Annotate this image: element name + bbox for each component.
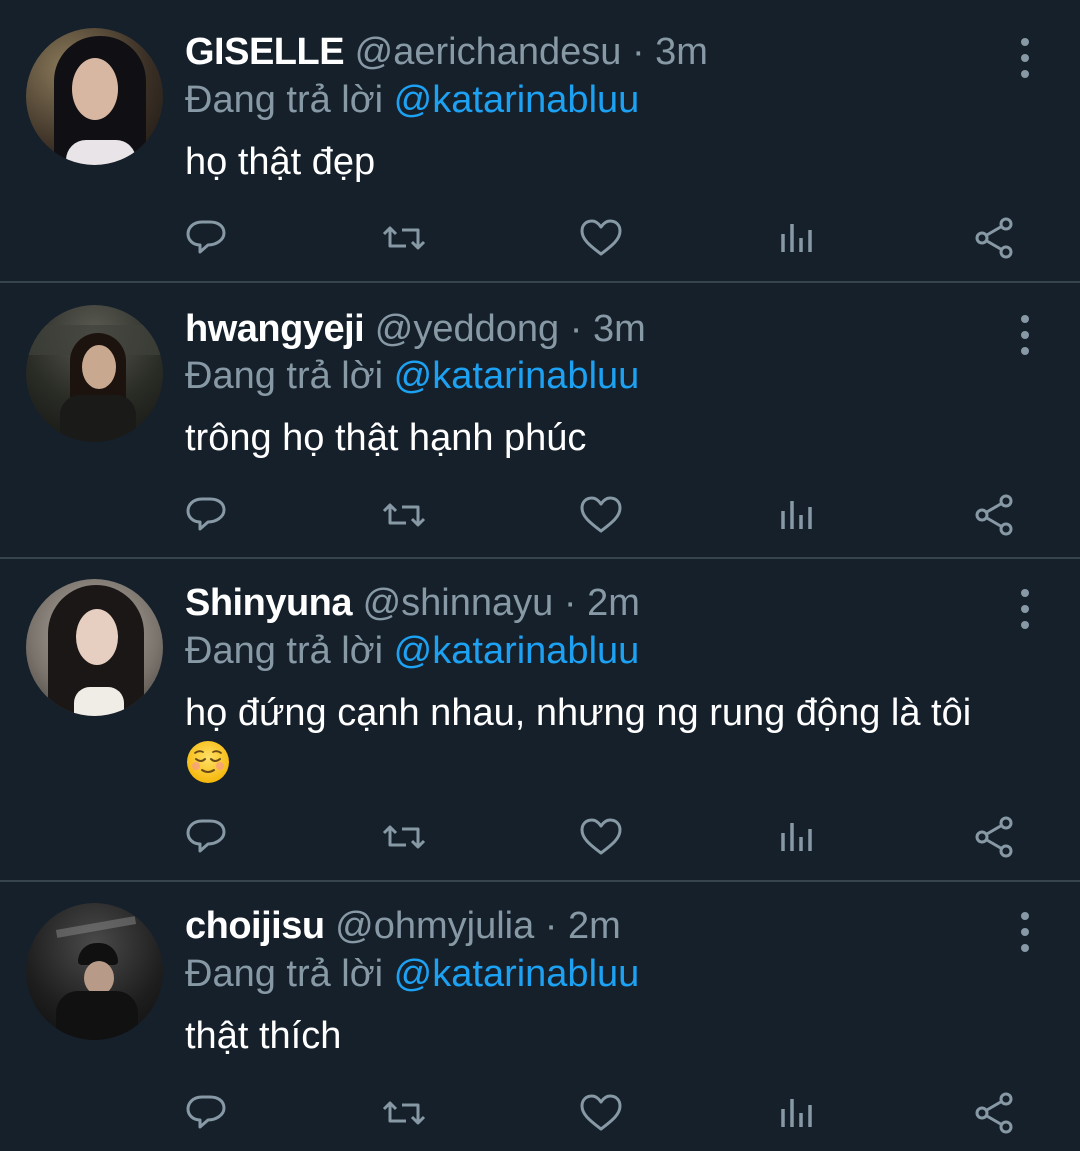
tweet-header: hwangyeji @yeddong · 3m [185, 307, 646, 351]
avatar[interactable] [26, 903, 163, 1040]
avatar[interactable] [26, 579, 163, 716]
replying-to: Đang trả lời @katarinabluu [185, 78, 639, 122]
retweet-icon[interactable] [380, 1089, 428, 1137]
user-handle[interactable]: @aerichandesu [355, 31, 622, 73]
reply-icon[interactable] [182, 214, 230, 262]
tweet-actions [0, 1089, 1080, 1139]
separator-dot: · [569, 308, 583, 350]
tweet-text-content: họ thật đẹp [185, 141, 376, 183]
replying-prefix: Đang trả lời [185, 79, 384, 121]
mention-link[interactable]: @katarinabluu [394, 630, 640, 672]
tweet-header: GISELLE @aerichandesu · 3m [185, 30, 708, 74]
mention-link[interactable]: @katarinabluu [394, 79, 640, 121]
reply-icon[interactable] [182, 491, 230, 539]
more-vertical-icon[interactable] [1010, 315, 1040, 355]
display-name[interactable]: hwangyeji [185, 308, 365, 350]
replying-prefix: Đang trả lời [185, 355, 384, 397]
timestamp[interactable]: 2m [587, 582, 640, 624]
tweet-actions [0, 214, 1080, 264]
mention-link[interactable]: @katarinabluu [394, 953, 640, 995]
tweet[interactable]: GISELLE @aerichandesu · 3m Đang trả lời … [0, 0, 1080, 282]
like-icon[interactable] [577, 813, 625, 861]
separator-dot: · [631, 31, 645, 73]
timestamp[interactable]: 3m [655, 31, 708, 73]
display-name[interactable]: choijisu [185, 905, 325, 947]
relieved-face-emoji [187, 741, 229, 783]
like-icon[interactable] [577, 1089, 625, 1137]
tweet-text-content: trông họ thật hạnh phúc [185, 417, 587, 459]
tweet-actions [0, 491, 1080, 541]
reply-icon[interactable] [182, 813, 230, 861]
share-icon[interactable] [970, 214, 1018, 262]
user-handle[interactable]: @shinnayu [363, 582, 554, 624]
tweet-text-content: thật thích [185, 1015, 342, 1057]
tweet-header: choijisu @ohmyjulia · 2m [185, 904, 621, 948]
like-icon[interactable] [577, 214, 625, 262]
display-name[interactable]: GISELLE [185, 31, 345, 73]
replying-prefix: Đang trả lời [185, 953, 384, 995]
replying-to: Đang trả lời @katarinabluu [185, 952, 639, 996]
replying-prefix: Đang trả lời [185, 630, 384, 672]
share-icon[interactable] [970, 813, 1018, 861]
analytics-icon[interactable] [773, 214, 821, 262]
tweet-text: thật thích [185, 1012, 1025, 1060]
user-handle[interactable]: @yeddong [375, 308, 559, 350]
tweet-text: họ đứng cạnh nhau, nhưng ng rung động là… [185, 689, 1025, 785]
analytics-icon[interactable] [773, 491, 821, 539]
more-vertical-icon[interactable] [1010, 589, 1040, 629]
reply-feed: GISELLE @aerichandesu · 3m Đang trả lời … [0, 0, 1080, 1151]
tweet-header: Shinyuna @shinnayu · 2m [185, 581, 640, 625]
tweet-text: trông họ thật hạnh phúc [185, 414, 1025, 462]
replying-to: Đang trả lời @katarinabluu [185, 629, 639, 673]
reply-icon[interactable] [182, 1089, 230, 1137]
retweet-icon[interactable] [380, 214, 428, 262]
more-vertical-icon[interactable] [1010, 912, 1040, 952]
tweet-text: họ thật đẹp [185, 138, 1025, 186]
timestamp[interactable]: 3m [593, 308, 646, 350]
retweet-icon[interactable] [380, 813, 428, 861]
tweet[interactable]: hwangyeji @yeddong · 3m Đang trả lời @ka… [0, 283, 1080, 557]
separator-dot: · [544, 905, 558, 947]
avatar[interactable] [26, 28, 163, 165]
mention-link[interactable]: @katarinabluu [394, 355, 640, 397]
more-vertical-icon[interactable] [1010, 38, 1040, 78]
timestamp[interactable]: 2m [568, 905, 621, 947]
separator-dot: · [563, 582, 577, 624]
share-icon[interactable] [970, 1089, 1018, 1137]
analytics-icon[interactable] [773, 813, 821, 861]
tweet-text-content: họ đứng cạnh nhau, nhưng ng rung động là… [185, 692, 972, 734]
tweet-actions [0, 813, 1080, 863]
share-icon[interactable] [970, 491, 1018, 539]
tweet[interactable]: Shinyuna @shinnayu · 2m Đang trả lời @ka… [0, 559, 1080, 880]
like-icon[interactable] [577, 491, 625, 539]
analytics-icon[interactable] [773, 1089, 821, 1137]
tweet[interactable]: choijisu @ohmyjulia · 2m Đang trả lời @k… [0, 882, 1080, 1151]
avatar[interactable] [26, 305, 163, 442]
replying-to: Đang trả lời @katarinabluu [185, 354, 639, 398]
display-name[interactable]: Shinyuna [185, 582, 353, 624]
user-handle[interactable]: @ohmyjulia [335, 905, 534, 947]
retweet-icon[interactable] [380, 491, 428, 539]
